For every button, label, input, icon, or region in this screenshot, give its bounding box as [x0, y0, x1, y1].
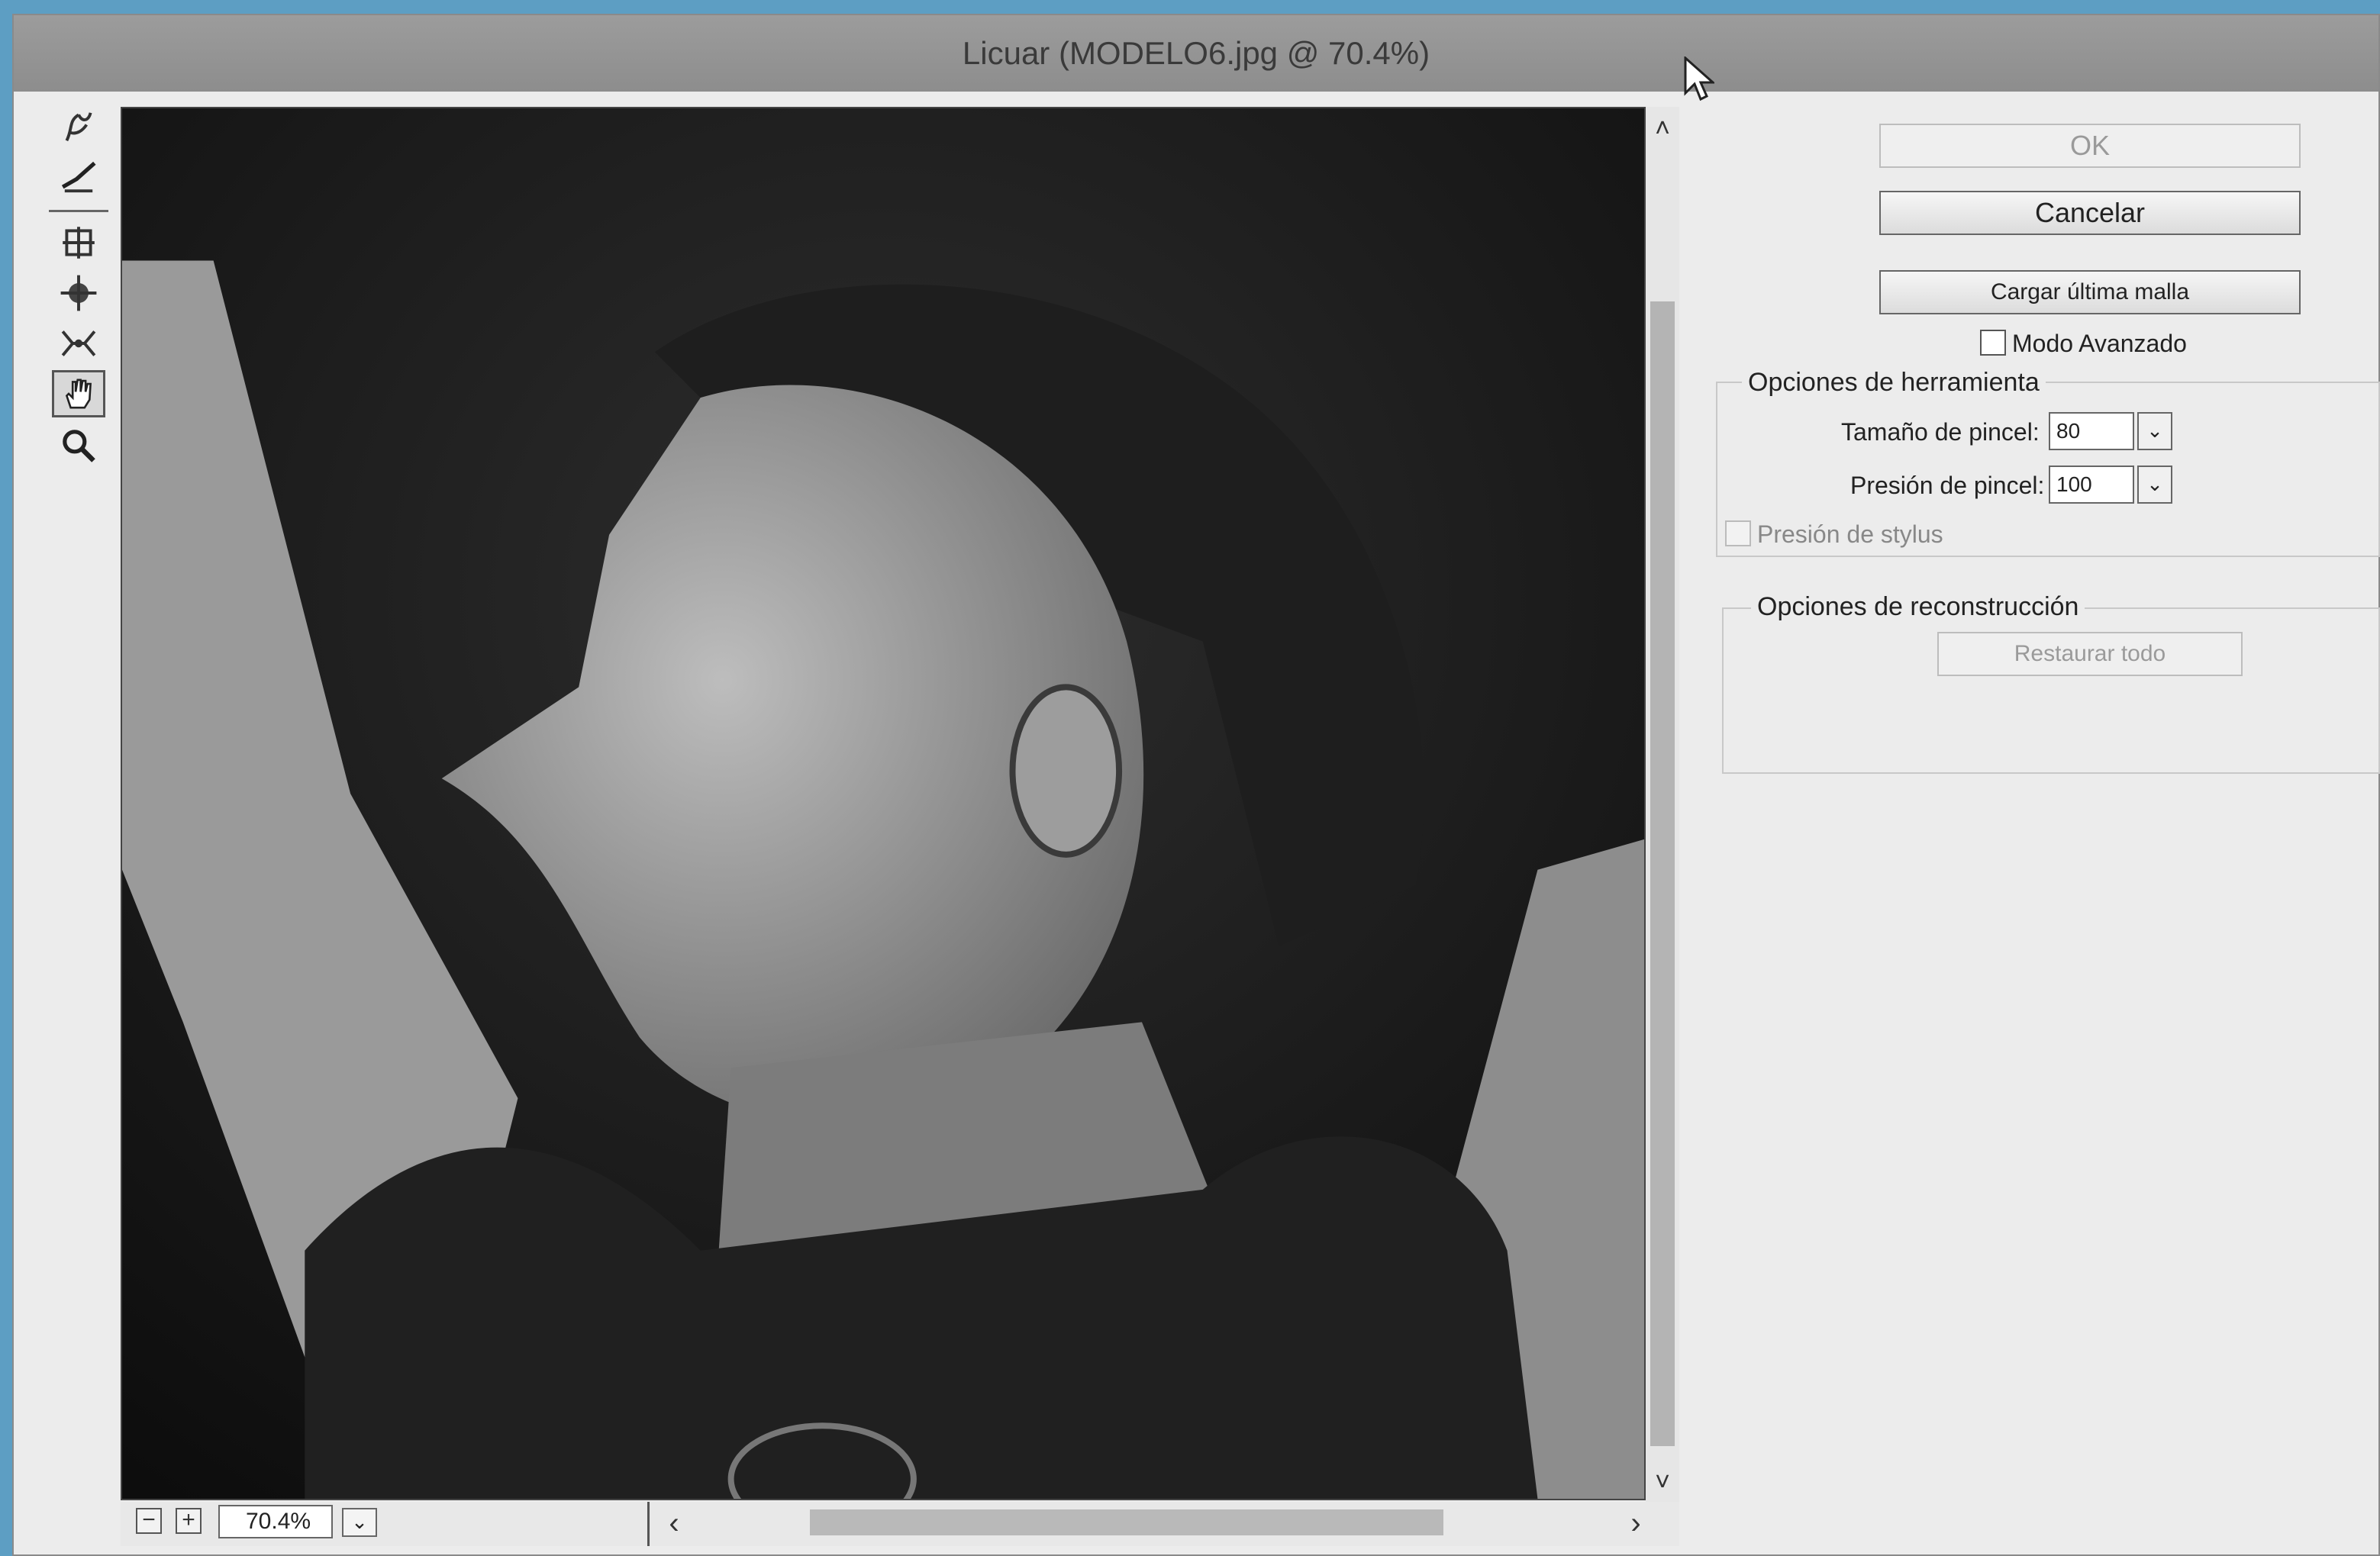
restore-all-button[interactable]: Restaurar todo	[1937, 632, 2243, 676]
scroll-down-arrow[interactable]: ˅	[1646, 1467, 1679, 1497]
brush-size-dropdown-button[interactable]: ⌄	[2137, 412, 2172, 450]
horizontal-scrollbar[interactable]: ‹ ›	[647, 1502, 1679, 1546]
advanced-mode-label: Modo Avanzado	[2012, 330, 2187, 357]
hand-tool-icon[interactable]	[52, 370, 105, 417]
scroll-up-arrow[interactable]: ˄	[1646, 113, 1679, 143]
scroll-right-arrow[interactable]: ›	[1619, 1508, 1653, 1538]
push-left-tool-icon[interactable]	[52, 320, 105, 367]
window-title: Licuar (MODELO6.jpg @ 70.4%)	[962, 35, 1430, 71]
zoom-out-button[interactable]: −	[136, 1508, 162, 1534]
brush-pressure-label: Presión de pincel:	[1850, 472, 2045, 499]
preview-bottom-bar: − + 70.4% ⌄ ‹ ›	[121, 1502, 1679, 1546]
reconstruct-tool-icon[interactable]	[52, 153, 105, 201]
zoom-level-field[interactable]: 70.4%	[218, 1505, 333, 1538]
tool-options-legend: Opciones de herramienta	[1742, 368, 2046, 398]
forward-warp-tool-icon[interactable]	[52, 103, 105, 150]
cancel-button[interactable]: Cancelar	[1879, 191, 2301, 235]
scroll-left-arrow[interactable]: ‹	[657, 1508, 691, 1538]
pucker-tool-icon[interactable]	[52, 219, 105, 266]
vertical-scroll-thumb[interactable]	[1650, 301, 1675, 1446]
brush-pressure-input[interactable]: 100	[2049, 466, 2134, 504]
brush-size-input[interactable]: 80	[2049, 412, 2134, 450]
zoom-dropdown-button[interactable]: ⌄	[342, 1508, 377, 1537]
zoom-tool-icon[interactable]	[52, 422, 105, 469]
bloat-tool-icon[interactable]	[52, 269, 105, 317]
title-bar[interactable]: Licuar (MODELO6.jpg @ 70.4%)	[14, 15, 2378, 92]
zoom-in-button[interactable]: +	[176, 1508, 202, 1534]
mouse-cursor-icon	[1684, 56, 1714, 101]
advanced-mode-checkbox[interactable]	[1980, 330, 2006, 356]
brush-pressure-dropdown-button[interactable]: ⌄	[2137, 466, 2172, 504]
reconstruct-options-legend: Opciones de reconstrucción	[1751, 592, 2085, 622]
liquify-dialog: Licuar (MODELO6.jpg @ 70.4%) ˄ ˅ − + 70.…	[12, 14, 2380, 1556]
ok-button[interactable]: OK	[1879, 124, 2301, 168]
horizontal-scroll-thumb[interactable]	[810, 1509, 1443, 1535]
load-last-mesh-button[interactable]: Cargar última malla	[1879, 270, 2301, 314]
image-preview-canvas[interactable]	[121, 107, 1646, 1500]
brush-size-label: Tamaño de pincel:	[1841, 418, 2040, 446]
stylus-pressure-label: Presión de stylus	[1757, 520, 1943, 548]
stylus-pressure-checkbox[interactable]	[1725, 520, 1751, 546]
vertical-scrollbar[interactable]: ˄ ˅	[1646, 107, 1679, 1511]
